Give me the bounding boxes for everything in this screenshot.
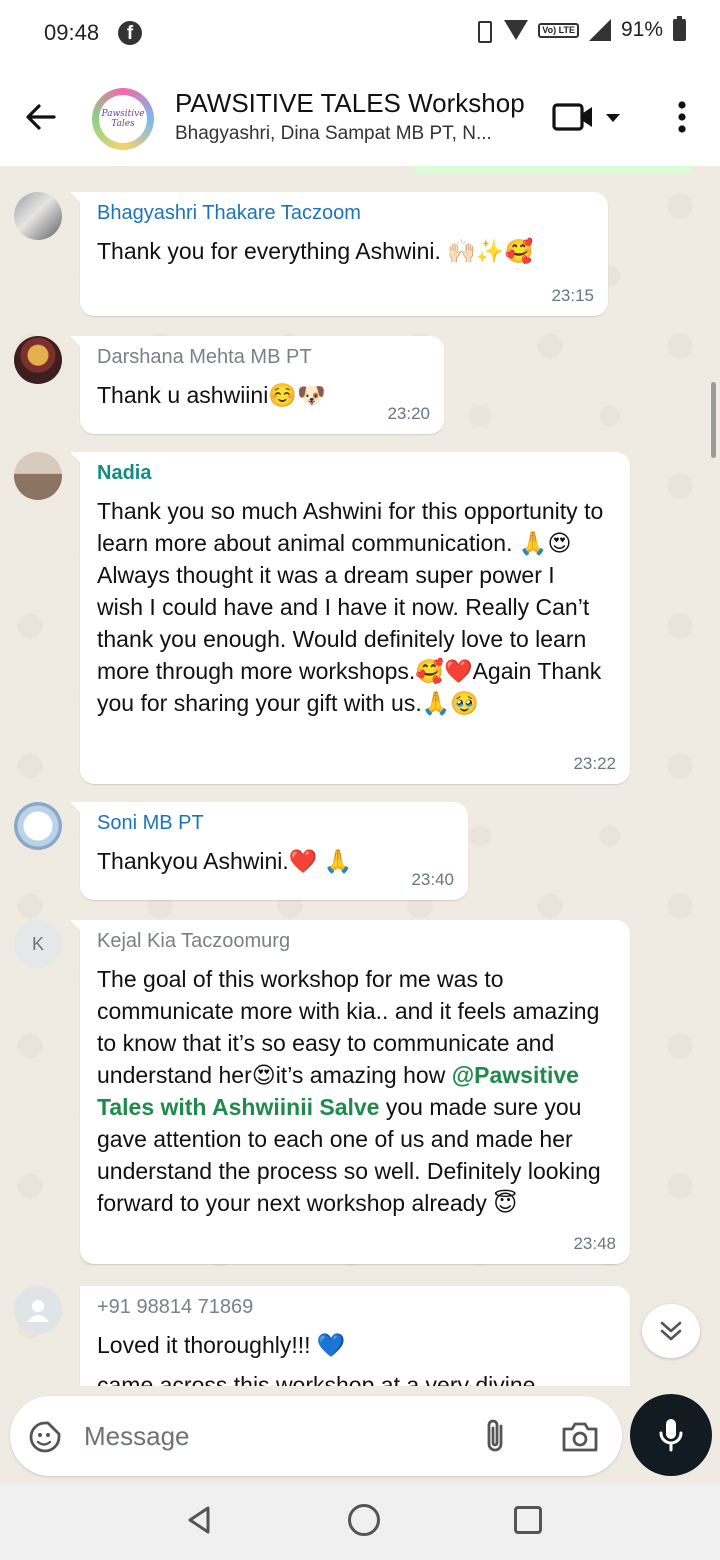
sender-name[interactable]: Soni MB PT	[97, 812, 452, 835]
video-call-icon[interactable]	[552, 102, 628, 132]
default-avatar-icon[interactable]	[14, 1286, 62, 1334]
message-time: 23:48	[573, 1234, 616, 1253]
scroll-down-icon	[660, 1321, 682, 1341]
message-text: Thankyou Ashwini.❤️ 🙏	[97, 848, 353, 874]
facebook-notification-icon: f	[118, 21, 142, 45]
group-avatar-logo: Pawsitive Tales	[99, 95, 147, 143]
message-input[interactable]	[84, 1416, 464, 1456]
wifi-icon	[504, 20, 529, 40]
chat-title[interactable]: PAWSITIVE TALES Workshop	[175, 88, 525, 119]
nav-home-icon[interactable]	[348, 1504, 380, 1536]
sender-avatar[interactable]	[14, 192, 62, 240]
sender-name[interactable]: +91 98814 71869	[97, 1296, 614, 1319]
system-nav-bar	[0, 1484, 720, 1560]
message-bubble[interactable]: Nadia Thank you so much Ashwini for this…	[70, 452, 630, 784]
microphone-button[interactable]	[630, 1394, 712, 1476]
message-composer	[0, 1390, 720, 1484]
chat-header: Pawsitive Tales PAWSITIVE TALES Workshop…	[0, 66, 720, 166]
chat-messages[interactable]: Bhagyashri Thakare Taczoom Thank you for…	[0, 166, 720, 1386]
sender-name[interactable]: Bhagyashri Thakare Taczoom	[97, 202, 592, 225]
message-time: 23:20	[387, 404, 430, 423]
message-bubble[interactable]: Kejal Kia Taczoomurg The goal of this wo…	[70, 920, 630, 1264]
message-time: 23:15	[551, 286, 594, 305]
sender-avatar[interactable]	[14, 802, 62, 850]
volte-icon: Vo) LTE	[538, 22, 579, 38]
message-text: Thank you for everything Ashwini. 🙌🏻✨🥰	[97, 238, 534, 264]
sender-name[interactable]: Kejal Kia Taczoomurg	[97, 930, 614, 953]
back-arrow-icon[interactable]	[24, 100, 58, 134]
sender-name[interactable]: Darshana Mehta MB PT	[97, 346, 428, 369]
double-chevron-down-icon[interactable]	[642, 1304, 700, 1358]
message-time: 23:40	[411, 870, 454, 889]
sender-avatar[interactable]	[14, 452, 62, 500]
group-avatar[interactable]: Pawsitive Tales	[92, 88, 154, 150]
status-icons: Vo) LTE 91%	[472, 16, 686, 43]
vibrate-icon	[472, 19, 494, 43]
signal-icon	[588, 19, 611, 41]
camera-icon[interactable]	[560, 1420, 600, 1454]
message-text: Thank u ashwiini☺️🐶	[97, 382, 326, 408]
nav-back-icon[interactable]	[184, 1504, 214, 1536]
nav-recents-icon[interactable]	[514, 1506, 542, 1534]
sender-avatar[interactable]: K	[14, 920, 62, 968]
message-bubble[interactable]: Darshana Mehta MB PT Thank u ashwiini☺️🐶…	[70, 336, 444, 434]
sticker-icon[interactable]	[28, 1420, 62, 1454]
status-time: 09:48	[44, 20, 100, 45]
message-bubble[interactable]: Soni MB PT Thankyou Ashwini.❤️ 🙏 23:40	[70, 802, 468, 900]
message-bubble[interactable]: +91 98814 71869 Loved it thoroughly!!! 💙…	[80, 1286, 630, 1386]
sender-avatar[interactable]	[14, 336, 62, 384]
chat-participants[interactable]: Bhagyashri, Dina Sampat MB PT, N...	[175, 123, 527, 145]
person-icon	[27, 1300, 49, 1322]
sender-name[interactable]: Nadia	[97, 462, 614, 485]
message-input-pill[interactable]	[10, 1396, 622, 1476]
message-text: Thank you so much Ashwini for this oppor…	[97, 498, 604, 716]
microphone-icon	[659, 1419, 683, 1452]
status-bar: 09:48 f Vo) LTE 91%	[0, 0, 720, 66]
more-vert-icon[interactable]	[672, 100, 692, 134]
scrollbar-thumb[interactable]	[711, 382, 716, 458]
message-text-cut: came across this workshop at a very divi…	[97, 1372, 536, 1386]
paperclip-icon[interactable]	[480, 1416, 510, 1456]
previous-outgoing-bubble	[412, 166, 694, 174]
message-time: 23:22	[573, 754, 616, 773]
message-bubble[interactable]: Bhagyashri Thakare Taczoom Thank you for…	[70, 192, 608, 316]
message-text: The goal of this workshop for me was to …	[97, 963, 614, 1219]
battery-icon	[673, 16, 686, 41]
message-text: Loved it thoroughly!!! 💙	[97, 1332, 346, 1358]
battery-percent: 91%	[620, 18, 663, 41]
